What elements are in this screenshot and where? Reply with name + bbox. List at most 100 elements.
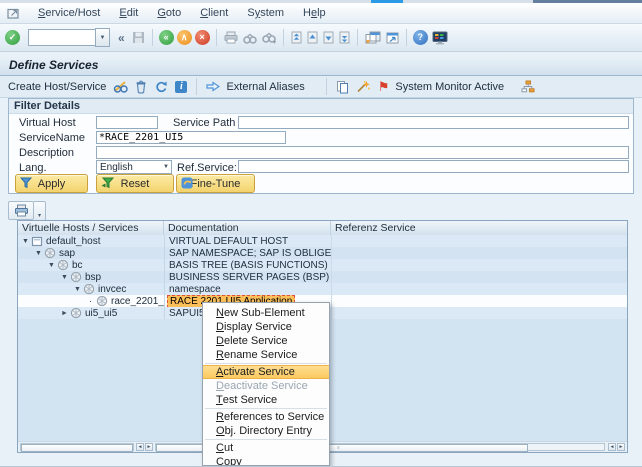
- expander-open-icon[interactable]: ▼: [33, 250, 44, 257]
- menu-item-copy[interactable]: Copy: [203, 455, 329, 466]
- menu-item-references-to-service[interactable]: References to Service: [203, 410, 329, 424]
- menu-service-host[interactable]: Service/Host: [36, 6, 102, 20]
- chevron-down-icon: ▼: [163, 164, 171, 170]
- toolbar-separator: [406, 29, 407, 46]
- table-header-row: Virtuelle Hosts / Services Documentation…: [18, 221, 627, 236]
- refresh-icon[interactable]: [153, 79, 169, 94]
- page-down-icon[interactable]: [322, 30, 335, 45]
- table-row-sap[interactable]: ▼ sap SAP NAMESPACE; SAP IS OBLIGED NOT …: [18, 247, 627, 259]
- menu-item-test-service[interactable]: Test Service: [203, 393, 329, 407]
- save-icon[interactable]: [131, 30, 146, 45]
- apply-button[interactable]: Apply: [15, 174, 88, 193]
- referenz-cell: [331, 271, 627, 283]
- change-display-icon[interactable]: [111, 79, 129, 94]
- table-row-invcec[interactable]: ▼ invcec namespace: [18, 283, 627, 295]
- fine-tune-icon: [181, 177, 193, 189]
- virtual-host-input[interactable]: [96, 116, 158, 129]
- last-page-icon[interactable]: [338, 30, 351, 45]
- create-host-service-button[interactable]: Create Host/Service: [8, 81, 106, 93]
- info-icon[interactable]: i: [174, 80, 188, 94]
- column-header-referenz-service[interactable]: Referenz Service: [331, 221, 627, 235]
- reset-button[interactable]: Reset: [96, 174, 174, 193]
- filter-details-box: Filter Details Virtual Host Service Path…: [8, 98, 634, 194]
- menu-item-rename-service[interactable]: Rename Service: [203, 348, 329, 362]
- wizard-wand-icon[interactable]: [355, 79, 372, 94]
- menubar: Service/Host Edit Goto Client System Hel…: [0, 3, 642, 24]
- back-icon[interactable]: «: [159, 30, 174, 45]
- print-options-dropdown-icon[interactable]: ▾: [34, 201, 46, 221]
- print-icon[interactable]: [223, 30, 239, 45]
- print-table-icon[interactable]: [8, 201, 34, 220]
- find-next-icon[interactable]: [261, 31, 277, 45]
- help-icon[interactable]: ?: [413, 30, 428, 45]
- description-input[interactable]: [96, 146, 629, 159]
- menu-system[interactable]: System: [245, 6, 286, 20]
- referenz-cell: [331, 283, 627, 295]
- first-page-icon[interactable]: [290, 30, 303, 45]
- language-select[interactable]: English▼: [96, 160, 172, 174]
- system-menu-icon[interactable]: [6, 6, 21, 20]
- scroll-right-icon[interactable]: ►: [617, 443, 625, 451]
- scrollbar-thumb[interactable]: [21, 444, 133, 452]
- collapse-toolbar-icon[interactable]: «: [118, 31, 125, 45]
- menu-item-delete-service[interactable]: Delete Service: [203, 334, 329, 348]
- scroll-left-icon[interactable]: ◄: [608, 443, 616, 451]
- find-icon[interactable]: [242, 31, 258, 45]
- external-aliases-button[interactable]: External Aliases: [226, 81, 304, 93]
- menu-separator: [205, 439, 327, 440]
- menu-item-obj-directory-entry[interactable]: Obj. Directory Entry: [203, 424, 329, 438]
- table-row-bsp[interactable]: ▼ bsp BUSINESS SERVER PAGES (BSP) RUNTIM…: [18, 271, 627, 283]
- expander-closed-icon[interactable]: ►: [59, 310, 70, 317]
- delete-trash-icon[interactable]: [134, 79, 148, 95]
- cancel-icon[interactable]: ×: [195, 30, 210, 45]
- exit-icon[interactable]: ∧: [177, 30, 192, 45]
- expander-open-icon[interactable]: ▼: [72, 286, 83, 293]
- menu-item-cut[interactable]: Cut: [203, 441, 329, 455]
- toolbar-separator: [216, 29, 217, 46]
- menu-item-activate-service[interactable]: Activate Service: [203, 365, 329, 379]
- menu-goto[interactable]: Goto: [155, 6, 183, 20]
- referenz-cell: [331, 235, 627, 247]
- system-toolbar: ✓ ▼ « « ∧ × ?: [0, 24, 642, 52]
- table-row-bc[interactable]: ▼ bc BASIS TREE (BASIS FUNCTIONS): [18, 259, 627, 271]
- expander-open-icon[interactable]: ▼: [46, 262, 57, 269]
- create-shortcut-icon[interactable]: [385, 30, 400, 45]
- column-header-hosts-services[interactable]: Virtuelle Hosts / Services: [18, 221, 164, 235]
- page-up-icon[interactable]: [306, 30, 319, 45]
- sap-gui-monitor-icon[interactable]: [431, 30, 449, 46]
- menu-item-display-service[interactable]: Display Service: [203, 320, 329, 334]
- copy-clipboard-icon[interactable]: [335, 79, 350, 95]
- expander-open-icon[interactable]: ▼: [59, 274, 70, 281]
- scrollbar-grip: ≡: [337, 445, 340, 451]
- command-dropdown-icon[interactable]: ▼: [95, 28, 110, 47]
- ref-service-input[interactable]: [238, 160, 629, 173]
- service-path-input[interactable]: [238, 116, 629, 129]
- tree-column-scrollbar[interactable]: [20, 443, 134, 451]
- column-header-documentation[interactable]: Documentation: [164, 221, 331, 235]
- enter-icon[interactable]: ✓: [5, 30, 20, 45]
- scroll-right-icon[interactable]: ►: [145, 443, 153, 451]
- fine-tune-button[interactable]: Fine-Tune: [176, 174, 255, 193]
- service-name-input[interactable]: [96, 131, 286, 144]
- menu-item-new-sub-element[interactable]: New Sub-Element: [203, 306, 329, 320]
- command-field-group: ▼: [28, 28, 110, 47]
- table-row-default-host[interactable]: ▼ default_host VIRTUAL DEFAULT HOST: [18, 235, 627, 247]
- menu-edit[interactable]: Edit: [117, 6, 140, 20]
- expander-open-icon[interactable]: ▼: [20, 238, 31, 245]
- command-input[interactable]: [28, 29, 95, 46]
- external-aliases-arrow-icon[interactable]: [205, 80, 221, 93]
- scroll-left-icon[interactable]: ◄: [136, 443, 144, 451]
- menu-help[interactable]: Help: [301, 6, 328, 20]
- menu-client[interactable]: Client: [198, 6, 230, 20]
- service-icon: [44, 247, 56, 259]
- hierarchy-icon[interactable]: [520, 79, 536, 94]
- toolbar-separator: [326, 78, 327, 95]
- system-monitor-active-label: System Monitor Active: [395, 81, 504, 93]
- toolbar-separator: [283, 29, 284, 46]
- referenz-cell: [331, 259, 627, 271]
- reset-filter-icon: [101, 177, 114, 189]
- toolbar-separator: [357, 29, 358, 46]
- service-path-label: Service Path: [173, 117, 235, 129]
- new-session-icon[interactable]: [364, 30, 382, 45]
- menu-item-deactivate-service: Deactivate Service: [203, 379, 329, 393]
